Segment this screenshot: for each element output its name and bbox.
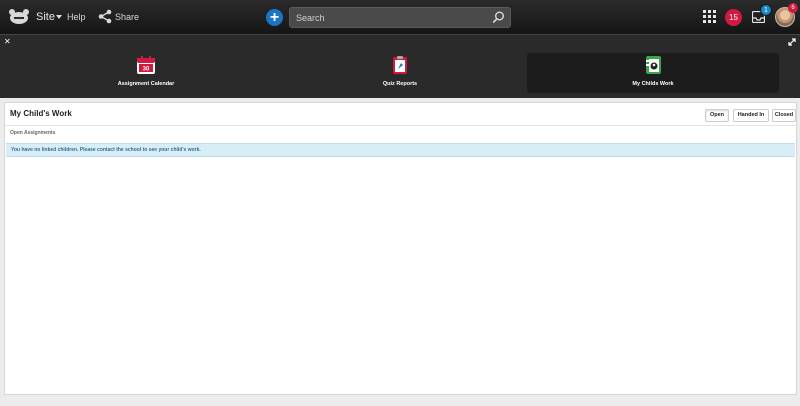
section-heading: Open Assignments bbox=[10, 130, 56, 136]
tile-my-childs-work[interactable]: My Childs Work bbox=[607, 53, 699, 93]
avatar-badge: 6 bbox=[788, 3, 798, 13]
top-navigation-bar: Site Help Share + 15 1 6 bbox=[0, 0, 800, 34]
expand-icon[interactable] bbox=[788, 38, 796, 46]
tile-label: My Childs Work bbox=[632, 81, 674, 87]
add-button[interactable]: + bbox=[266, 9, 283, 26]
search-icon[interactable] bbox=[492, 11, 505, 24]
filter-open-button[interactable]: Open bbox=[705, 109, 729, 122]
tile-label: Quiz Reports bbox=[382, 81, 418, 87]
divider bbox=[5, 125, 796, 126]
notifications-badge[interactable]: 15 bbox=[725, 9, 742, 26]
plus-icon: + bbox=[269, 9, 280, 26]
chevron-down-icon[interactable] bbox=[56, 15, 62, 19]
apps-grid-icon[interactable] bbox=[703, 10, 717, 24]
help-link[interactable]: Help bbox=[67, 12, 86, 22]
search-box bbox=[289, 7, 511, 28]
tile-quiz-reports[interactable]: Quiz Reports bbox=[354, 53, 446, 93]
tile-label: Assignment Calendar bbox=[117, 81, 175, 87]
page-title: My Child's Work bbox=[10, 109, 72, 118]
alert-message: You have no linked children. Please cont… bbox=[11, 147, 201, 153]
inbox-badge: 1 bbox=[760, 4, 772, 16]
calendar-icon: 30 bbox=[137, 56, 155, 74]
share-icon[interactable] bbox=[98, 9, 112, 24]
filter-closed-button[interactable]: Closed bbox=[772, 109, 796, 122]
search-input[interactable] bbox=[296, 11, 486, 25]
close-icon[interactable]: ✕ bbox=[4, 38, 12, 46]
calendar-icon-day: 30 bbox=[143, 67, 150, 73]
tile-assignment-calendar[interactable]: 30 Assignment Calendar bbox=[100, 53, 192, 93]
clipboard-icon bbox=[393, 56, 407, 74]
app-strip: ✕ 30 Assignment Calendar Quiz Reports My… bbox=[0, 34, 800, 98]
child-work-icon bbox=[646, 56, 661, 74]
app-logo-icon[interactable] bbox=[8, 8, 30, 26]
info-alert: You have no linked children. Please cont… bbox=[6, 143, 795, 157]
filter-handed-in-button[interactable]: Handed In bbox=[733, 109, 769, 122]
share-link[interactable]: Share bbox=[115, 12, 139, 22]
main-panel: My Child's Work Open Handed In Closed Op… bbox=[4, 102, 797, 395]
site-menu[interactable]: Site bbox=[36, 11, 55, 23]
